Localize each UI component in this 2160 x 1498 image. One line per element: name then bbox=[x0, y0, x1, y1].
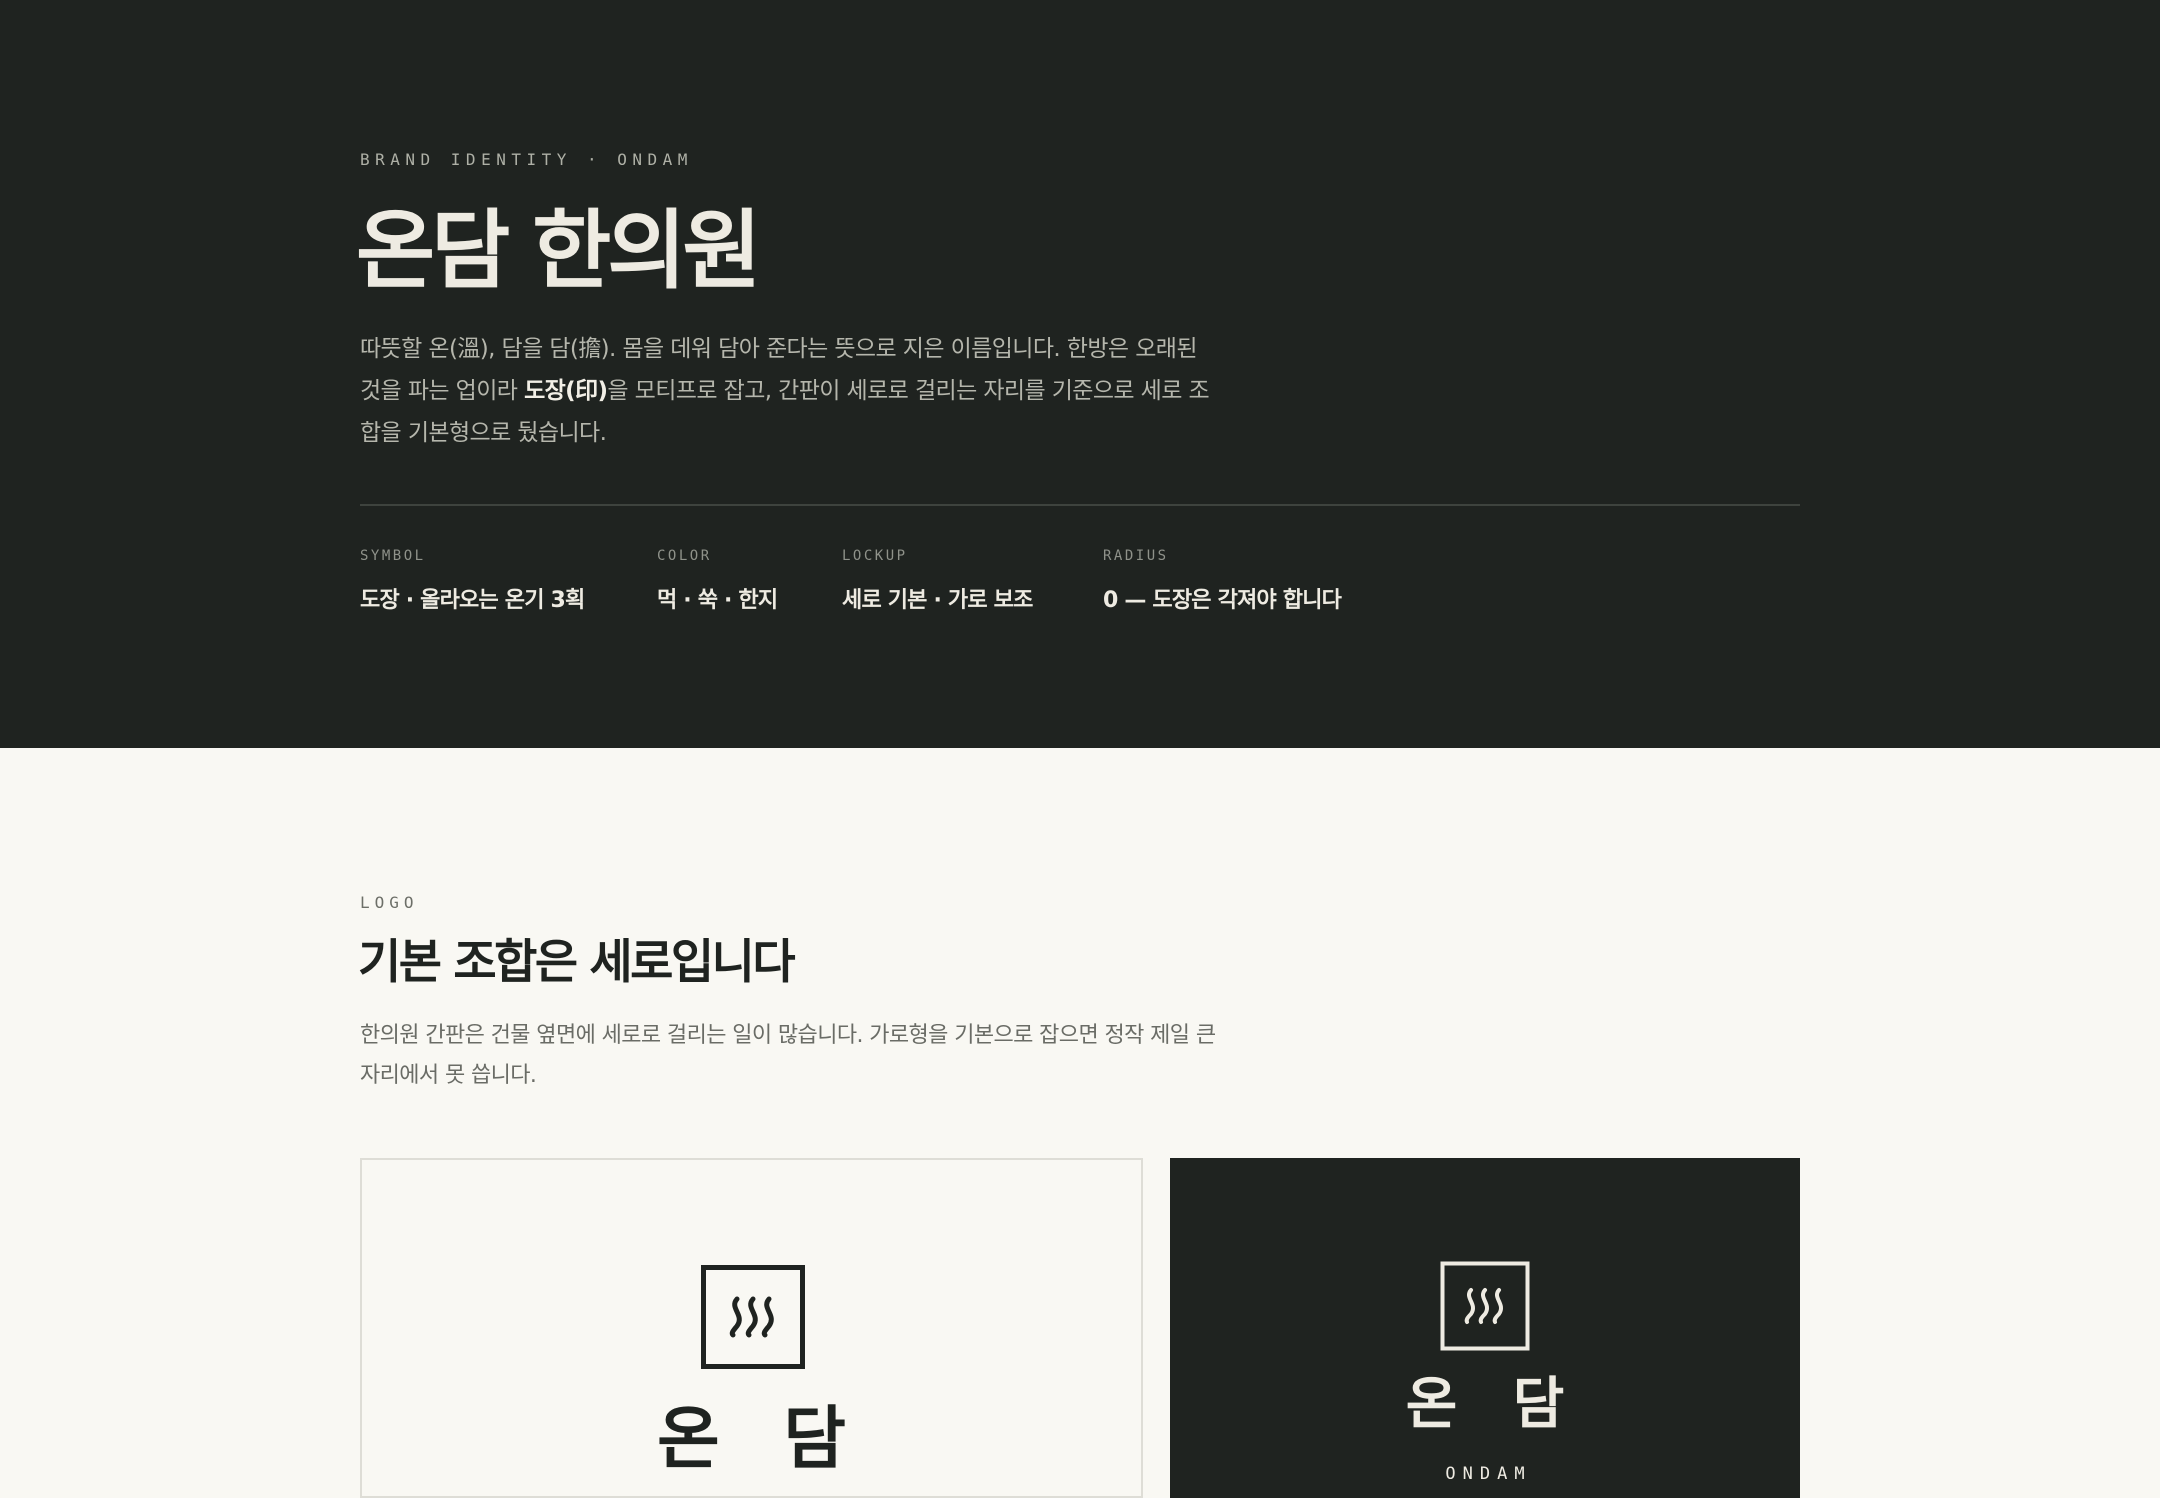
spec-radius: RADIUS 0 — 도장은 각져야 합니다 bbox=[1103, 548, 1342, 614]
hero-description-bold: 도장(印) bbox=[524, 378, 608, 404]
hero-divider bbox=[360, 504, 1800, 506]
spec-label: RADIUS bbox=[1103, 548, 1169, 564]
wordmark-ko: 온 담 bbox=[657, 1400, 866, 1479]
logo-title: 기본 조합은 세로입니다 bbox=[358, 935, 796, 990]
hero-title: 온담 한의원 bbox=[356, 201, 762, 301]
seal-steam-icon bbox=[701, 1265, 805, 1369]
logo-card-dark: 온 담 ONDAM bbox=[1170, 1158, 1800, 1498]
wordmark-en: ONDAM bbox=[1445, 1464, 1532, 1484]
spec-symbol: SYMBOL 도장 · 올라오는 온기 3획 bbox=[360, 548, 585, 614]
hero-eyebrow: BRAND IDENTITY · ONDAM bbox=[360, 150, 693, 169]
hero-description: 따뜻할 온(溫), 담을 담(擔). 몸을 데워 담아 준다는 뜻으로 지은 이… bbox=[360, 328, 1210, 454]
spec-value: 도장 · 올라오는 온기 3획 bbox=[360, 588, 585, 613]
spec-value: 세로 기본 · 가로 보조 bbox=[842, 588, 1033, 613]
spec-color: COLOR 먹 · 쑥 · 한지 bbox=[657, 548, 778, 614]
spec-label: LOCKUP bbox=[842, 548, 908, 564]
spec-value: 0 — 도장은 각져야 합니다 bbox=[1103, 588, 1342, 613]
spec-lockup: LOCKUP 세로 기본 · 가로 보조 bbox=[842, 548, 1033, 614]
spec-value: 먹 · 쑥 · 한지 bbox=[657, 588, 778, 613]
logo-eyebrow: LOGO bbox=[360, 893, 419, 912]
spec-label: SYMBOL bbox=[360, 548, 426, 564]
logo-description: 한의원 간판은 건물 옆면에 세로로 걸리는 일이 많습니다. 가로형을 기본으… bbox=[360, 1023, 1216, 1088]
logo-card-light: 온 담 bbox=[360, 1158, 1143, 1498]
seal-steam-icon bbox=[1440, 1261, 1530, 1351]
wordmark-ko: 온 담 bbox=[1405, 1372, 1583, 1437]
spec-label: COLOR bbox=[657, 548, 712, 564]
hero-section: BRAND IDENTITY · ONDAM 온담 한의원 따뜻할 온(溫), … bbox=[0, 0, 2160, 748]
